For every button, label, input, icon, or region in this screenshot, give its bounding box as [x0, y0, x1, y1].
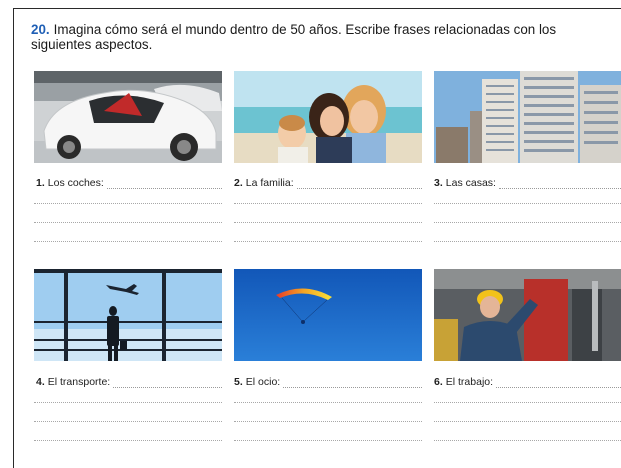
item-6-text: El trabajo: [445, 376, 494, 388]
item-5-answer-line[interactable] [283, 378, 422, 388]
writing-line[interactable] [434, 203, 621, 204]
item-6-label: 6. El trabajo: [434, 376, 621, 388]
item-5-number: 5. [234, 376, 243, 388]
writing-line[interactable] [34, 222, 222, 223]
instruction-text: Imagina cómo será el mundo dentro de 50 … [31, 22, 557, 52]
item-1-answer-line[interactable] [106, 179, 222, 189]
writing-line[interactable] [34, 402, 222, 403]
item-1-label: 1. Los coches: [36, 177, 222, 189]
exercise-number: 20. [31, 22, 50, 37]
writing-line[interactable] [34, 241, 222, 242]
item-3-text: Las casas: [445, 177, 496, 189]
photo-futuristic-car [34, 71, 222, 163]
writing-line[interactable] [234, 421, 422, 422]
item-6-answer-line[interactable] [496, 378, 621, 388]
item-4-text: El transporte: [47, 376, 111, 388]
item-4-label: 4. El transporte: [36, 376, 222, 388]
item-4-number: 4. [36, 376, 45, 388]
item-6-number: 6. [434, 376, 443, 388]
item-1-number: 1. [36, 177, 45, 189]
photo-paraglider-sky [234, 269, 422, 361]
photo-family-beach [234, 71, 422, 163]
item-1-text: Los coches: [47, 177, 104, 189]
item-3-answer-line[interactable] [498, 179, 621, 189]
photo-factory-worker [434, 269, 621, 361]
writing-line[interactable] [234, 440, 422, 441]
item-2-text: La familia: [245, 177, 294, 189]
item-2-number: 2. [234, 177, 243, 189]
writing-line[interactable] [234, 402, 422, 403]
item-5-label: 5. El ocio: [234, 376, 422, 388]
writing-line[interactable] [34, 440, 222, 441]
item-5-text: El ocio: [245, 376, 281, 388]
item-3-number: 3. [434, 177, 443, 189]
writing-line[interactable] [234, 203, 422, 204]
writing-line[interactable] [234, 241, 422, 242]
writing-line[interactable] [434, 421, 621, 422]
item-2-label: 2. La familia: [234, 177, 422, 189]
item-2-answer-line[interactable] [296, 179, 422, 189]
writing-line[interactable] [434, 402, 621, 403]
exercise-instruction: 20. Imagina cómo será el mundo dentro de … [31, 22, 616, 52]
photo-airport-traveler [34, 269, 222, 361]
writing-line[interactable] [434, 241, 621, 242]
writing-line[interactable] [234, 222, 422, 223]
photo-apartment-buildings [434, 71, 621, 163]
writing-line[interactable] [434, 222, 621, 223]
item-3-label: 3. Las casas: [434, 177, 621, 189]
writing-line[interactable] [34, 203, 222, 204]
item-4-answer-line[interactable] [113, 378, 222, 388]
writing-line[interactable] [434, 440, 621, 441]
writing-line[interactable] [34, 421, 222, 422]
